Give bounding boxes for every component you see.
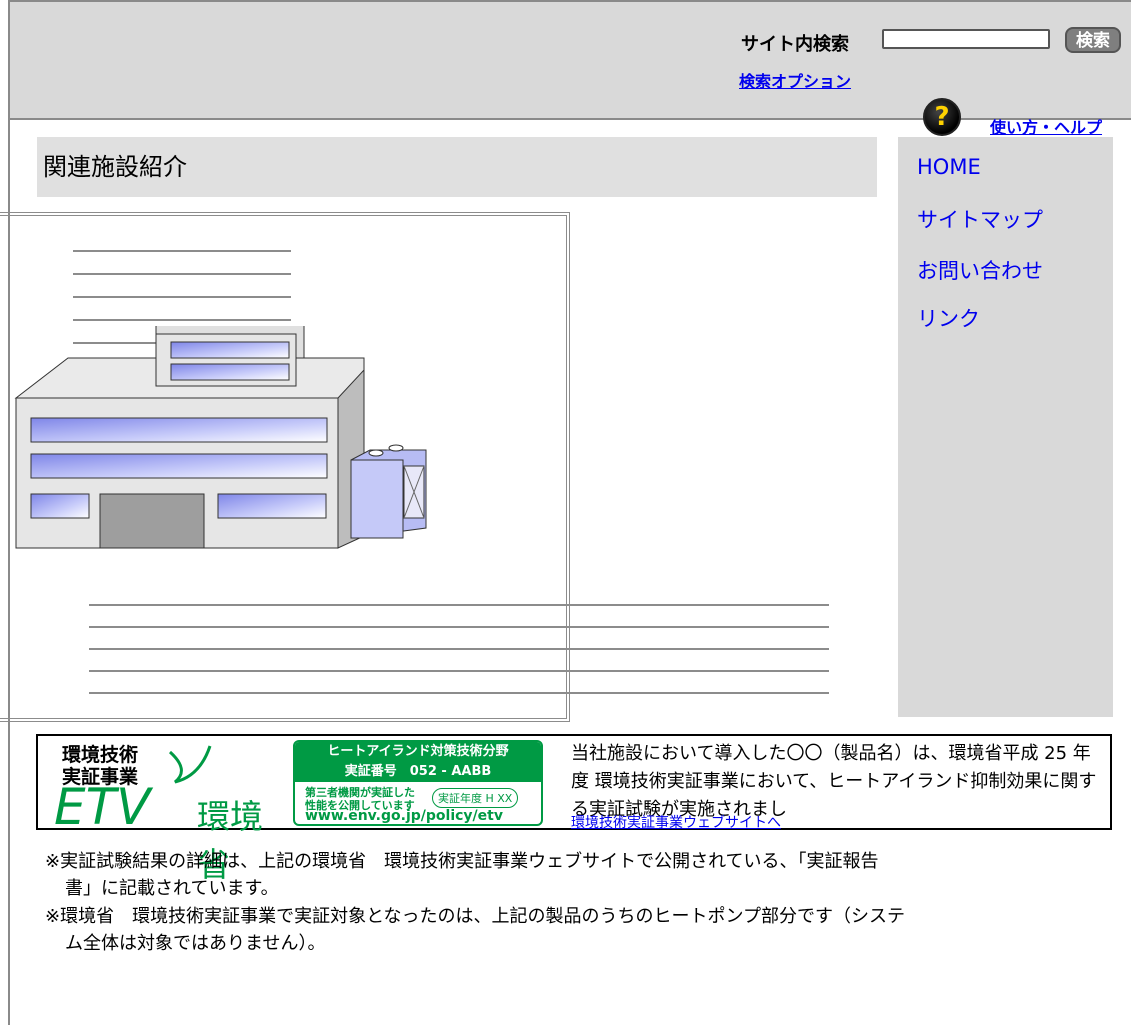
cert-number: 実証番号 052 - AABB (344, 764, 492, 779)
page-title: 関連施設紹介 (37, 137, 877, 197)
text-placeholder-line (73, 250, 291, 252)
etv-website-link[interactable]: 環境技術実証事業ウェブサイトへ (571, 812, 781, 832)
note-line: ※実証試験結果の詳細は、上記の環境省 環境技術実証事業ウェブサイトで公開されてい… (45, 851, 879, 872)
cert-url: www.env.go.jp/policy/etv (305, 808, 503, 824)
question-circle-icon[interactable]: ? (923, 98, 961, 136)
search-option-link[interactable]: 検索オプション (739, 68, 851, 92)
search-input[interactable] (882, 29, 1050, 49)
help-link[interactable]: 使い方・ヘルプ (990, 114, 1102, 138)
note-item: ※実証試験結果の詳細は、上記の環境省 環境技術実証事業ウェブサイトで公開されてい… (45, 848, 1125, 902)
nav-sitemap[interactable]: サイトマップ (917, 204, 1043, 234)
search-label: サイト内検索 (741, 34, 849, 55)
note-line: ※環境省 環境技術実証事業で実証対象となったのは、上記の製品のうちのヒートポンプ… (45, 906, 905, 927)
site-header: サイト内検索 検索 検索オプション 使い方・ヘルプ (10, 2, 1131, 137)
etv-logo: 環境技術 実証事業 ETV 環境省 (50, 740, 282, 884)
search-button[interactable]: 検索 (1065, 27, 1121, 53)
text-placeholder-line (73, 319, 291, 321)
nav-home[interactable]: HOME (917, 155, 981, 179)
cert-field: ヒートアイランド対策技術分野 (327, 744, 509, 759)
text-placeholder-line (89, 626, 829, 628)
certification-badge: ヒートアイランド対策技術分野 実証番号 052 - AABB 第三者機関が実証し… (293, 740, 543, 826)
note-item: ※環境省 環境技術実証事業で実証対象となったのは、上記の製品のうちのヒートポンプ… (45, 903, 1125, 957)
text-placeholder-line (73, 296, 291, 298)
text-placeholder-line (89, 692, 829, 694)
note-line: 書」に記載されています。 (65, 878, 279, 899)
facility-image-placeholder (0, 212, 829, 722)
etv-certification-box: 環境技術 実証事業 ETV 環境省 ヒートアイランド対策技術分野 実証番号 05… (36, 734, 1112, 884)
nav-contact[interactable]: お問い合わせ (917, 255, 1043, 285)
text-placeholder-line (89, 648, 829, 650)
cert-note-line1: 第三者機関が実証した (305, 786, 415, 799)
text-placeholder-line (73, 273, 291, 275)
nav-links[interactable]: リンク (917, 303, 980, 333)
building-illustration (14, 326, 427, 549)
side-nav: HOME サイトマップ お問い合わせ リンク (898, 137, 1113, 717)
cert-year-badge: 実証年度 H XX (432, 788, 519, 808)
note-line: ム全体は対象ではありません）。 (65, 933, 326, 954)
etv-mark-text: ETV (54, 778, 154, 828)
text-placeholder-line (89, 604, 829, 606)
text-placeholder-line (89, 670, 829, 672)
